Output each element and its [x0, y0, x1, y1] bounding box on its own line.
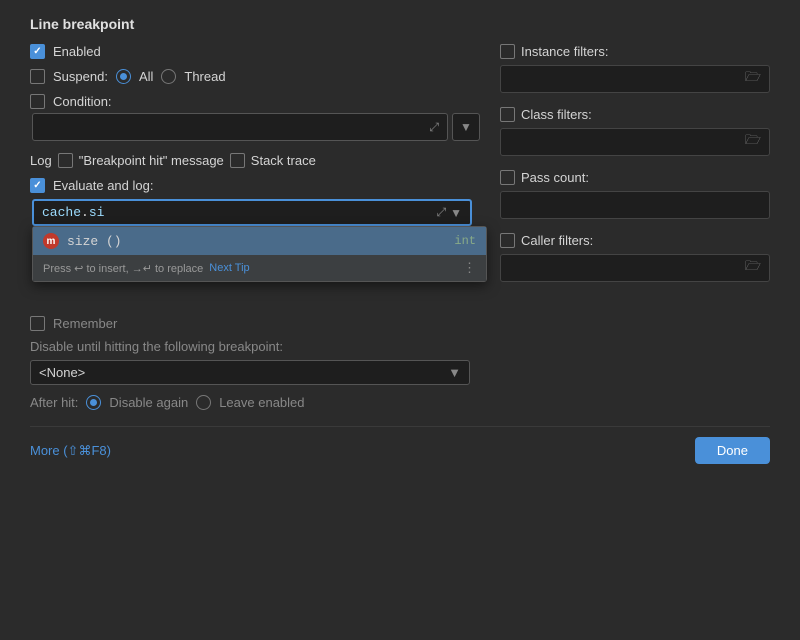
more-options-icon[interactable]: ⋮ — [463, 260, 476, 276]
suspend-all-radio[interactable] — [116, 69, 131, 84]
instance-filters-input[interactable]: 🗁 — [500, 65, 770, 93]
chevron-down-icon: ▼ — [448, 365, 461, 380]
pass-count-label: Pass count: — [521, 170, 589, 185]
eval-input-box[interactable]: cache.si ⤢ ▼ — [32, 199, 472, 226]
more-link[interactable]: More (⇧⌘F8) — [30, 443, 111, 459]
class-filters-input[interactable]: 🗁 — [500, 128, 770, 156]
pass-count-checkbox[interactable] — [500, 170, 515, 185]
suspend-checkbox[interactable] — [30, 69, 45, 84]
autocomplete-item[interactable]: m size () int — [33, 227, 486, 255]
eval-chevron-icon[interactable]: ▼ — [450, 206, 462, 220]
enabled-label: Enabled — [53, 44, 101, 59]
disable-until-label: Disable until hitting the following brea… — [30, 339, 480, 354]
condition-label: Condition: — [53, 94, 112, 109]
stack-trace-label: Stack trace — [251, 153, 316, 168]
remember-checkbox[interactable] — [30, 316, 45, 331]
footer-hint: Press ↩ to insert, →↵ to replace — [43, 262, 203, 275]
condition-checkbox[interactable] — [30, 94, 45, 109]
method-type: int — [454, 234, 476, 248]
chevron-down-icon: ▼ — [460, 120, 472, 134]
disable-until-select[interactable]: <None> ▼ — [30, 360, 470, 385]
caller-filters-input[interactable]: 🗁 — [500, 254, 770, 282]
disable-until-value: <None> — [39, 365, 85, 380]
breakpoint-hit-label: "Breakpoint hit" message — [79, 153, 224, 168]
caller-filters-checkbox[interactable] — [500, 233, 515, 248]
suspend-thread-label: Thread — [184, 69, 225, 84]
stack-trace-checkbox[interactable] — [230, 153, 245, 168]
done-button[interactable]: Done — [695, 437, 770, 464]
after-hit-label: After hit: — [30, 395, 78, 410]
pass-count-input[interactable] — [500, 191, 770, 219]
expand-icon[interactable]: ⤢ — [429, 120, 439, 135]
code-si: si — [89, 205, 105, 220]
disable-again-radio[interactable] — [86, 395, 101, 410]
folder-icon[interactable]: 🗁 — [745, 68, 761, 90]
method-name: size () — [67, 234, 122, 249]
evaluate-log-checkbox[interactable] — [30, 178, 45, 193]
condition-input[interactable] — [41, 120, 429, 135]
autocomplete-footer: Press ↩ to insert, →↵ to replace Next Ti… — [33, 255, 486, 281]
suspend-thread-radio[interactable] — [161, 69, 176, 84]
code-cache: cache — [42, 205, 81, 220]
condition-dropdown[interactable]: ▼ — [452, 113, 480, 141]
instance-filters-checkbox[interactable] — [500, 44, 515, 59]
folder-icon[interactable]: 🗁 — [745, 257, 761, 279]
dialog-title: Line breakpoint — [30, 16, 770, 32]
log-label: Log — [30, 153, 52, 168]
eval-expand-icon[interactable]: ⤢ — [437, 205, 447, 220]
class-filters-checkbox[interactable] — [500, 107, 515, 122]
leave-enabled-label: Leave enabled — [219, 395, 304, 410]
method-icon: m — [43, 233, 59, 249]
suspend-all-label: All — [139, 69, 153, 84]
caller-filters-label: Caller filters: — [521, 233, 593, 248]
enabled-checkbox[interactable] — [30, 44, 45, 59]
breakpoint-hit-checkbox[interactable] — [58, 153, 73, 168]
disable-again-label: Disable again — [109, 395, 188, 410]
folder-icon[interactable]: 🗁 — [745, 131, 761, 153]
next-tip-link[interactable]: Next Tip — [209, 262, 249, 274]
evaluate-log-label: Evaluate and log: — [53, 178, 153, 193]
autocomplete-popup: m size () int Press ↩ to insert, →↵ to r… — [32, 226, 487, 282]
class-filters-label: Class filters: — [521, 107, 592, 122]
eval-input-text: cache.si — [42, 205, 433, 220]
leave-enabled-radio[interactable] — [196, 395, 211, 410]
remember-label: Remember — [53, 316, 117, 331]
suspend-label: Suspend: — [53, 69, 108, 84]
instance-filters-label: Instance filters: — [521, 44, 608, 59]
